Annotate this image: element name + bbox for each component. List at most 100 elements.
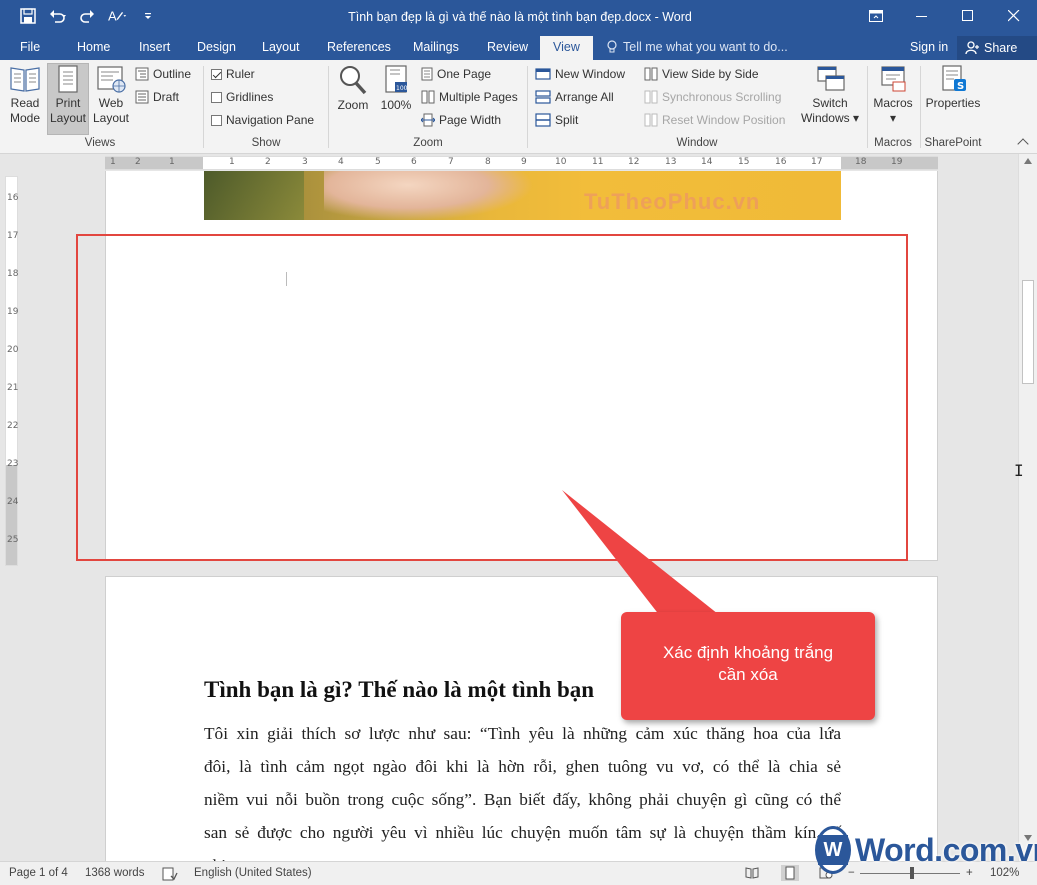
collapse-ribbon-icon[interactable] <box>1017 138 1029 150</box>
gridlines-checkbox[interactable]: Gridlines <box>211 90 273 104</box>
ruler-tick: 15 <box>738 157 750 167</box>
properties-button[interactable]: S Properties <box>923 64 983 111</box>
print-layout-view-icon[interactable] <box>781 865 799 884</box>
macros-button[interactable]: Macros ▾ <box>870 64 916 126</box>
zoom-100-icon: 100 <box>377 64 415 96</box>
image-hand <box>324 171 534 220</box>
ruler-tick: 24 <box>7 497 19 507</box>
ruler-tick: 11 <box>592 157 604 167</box>
ruler-tick: 14 <box>701 157 713 167</box>
tell-me-search[interactable]: Tell me what you want to do... <box>607 40 788 54</box>
read-mode-view-icon[interactable] <box>745 867 759 882</box>
page-width-icon <box>421 113 435 127</box>
tab-home[interactable]: Home <box>77 40 110 54</box>
minimize-icon[interactable] <box>899 0 945 32</box>
person-icon <box>965 41 979 55</box>
page-width-label: Page Width <box>439 113 502 127</box>
page-width-button[interactable]: Page Width <box>421 113 501 127</box>
document-paragraph: Tôi xin giải thích sơ lược như sau: “Tìn… <box>204 717 841 861</box>
tab-mailings[interactable]: Mailings <box>413 40 459 54</box>
read-mode-button[interactable]: Read Mode <box>4 64 46 126</box>
logo-text: Word.com.vn <box>855 831 1037 868</box>
properties-label: Properties <box>925 96 981 110</box>
scroll-up-icon[interactable] <box>1024 158 1032 164</box>
draft-button[interactable]: Draft <box>135 90 179 104</box>
tab-review[interactable]: Review <box>487 40 528 54</box>
tab-references[interactable]: References <box>327 40 391 54</box>
ruler-tick: 2 <box>265 157 271 167</box>
horizontal-ruler[interactable]: 1 2 1 1 2 3 4 5 6 7 8 9 10 11 12 13 14 1… <box>105 156 938 170</box>
magnifier-icon <box>333 64 373 96</box>
ruler-tick: 5 <box>375 157 381 167</box>
view-side-by-side-button[interactable]: View Side by Side <box>644 67 759 81</box>
print-layout-button[interactable]: Print Layout <box>47 63 89 135</box>
customize-qat-icon[interactable] <box>138 6 158 26</box>
navigation-pane-checkbox[interactable]: Navigation Pane <box>211 113 314 127</box>
zoom-button[interactable]: Zoom <box>333 64 373 113</box>
reset-window-position-button[interactable]: Reset Window Position <box>644 113 785 127</box>
page-count[interactable]: Page 1 of 4 <box>9 867 68 879</box>
web-layout-button[interactable]: Web Layout <box>90 64 132 126</box>
vertical-scrollbar[interactable] <box>1018 154 1037 861</box>
document-heading: Tình bạn là gì? Thế nào là một tình bạn <box>204 677 595 702</box>
new-window-button[interactable]: New Window <box>535 67 625 81</box>
properties-icon: S <box>923 64 983 94</box>
undo-icon[interactable] <box>48 6 68 26</box>
word-logo-letter: W <box>818 835 848 865</box>
save-icon[interactable] <box>18 6 38 26</box>
tab-design[interactable]: Design <box>197 40 236 54</box>
language-indicator[interactable]: English (United States) <box>194 867 312 879</box>
vertical-ruler[interactable]: 16 17 18 19 20 21 22 23 24 25 <box>5 176 18 566</box>
tab-view[interactable]: View <box>540 36 593 60</box>
split-label: Split <box>555 113 579 127</box>
ribbon-display-icon[interactable] <box>853 0 899 32</box>
ruler-check[interactable] <box>211 68 222 80</box>
ribbon-tab-row: File Home Insert Design Layout Reference… <box>0 36 1037 60</box>
ibeam-cursor-icon: I <box>1014 461 1024 480</box>
proofing-icon[interactable] <box>162 867 178 884</box>
ruler-tick: 9 <box>521 157 527 167</box>
switch-windows-icon <box>799 64 861 94</box>
one-page-button[interactable]: One Page <box>421 67 491 81</box>
arrange-all-button[interactable]: Arrange All <box>535 90 614 104</box>
zoom-100-button[interactable]: 100 100% <box>377 64 415 113</box>
navigation-pane-check[interactable] <box>211 114 222 126</box>
paragraph-line: Tôi xin giải thích sơ lược như sau: “Tìn… <box>204 724 841 743</box>
site-logo: W Word.com.vn <box>815 826 1037 874</box>
read-mode-label-2: Mode <box>9 111 41 125</box>
ruler-tick: 3 <box>302 157 308 167</box>
one-page-icon <box>421 67 433 81</box>
ruler-tick: 19 <box>891 157 903 167</box>
reset-window-position-label: Reset Window Position <box>662 113 786 127</box>
macros-group-label: Macros <box>874 137 912 149</box>
multiple-pages-button[interactable]: Multiple Pages <box>421 90 518 104</box>
tab-file[interactable]: File <box>20 40 40 54</box>
print-layout-label-1: Print <box>55 96 81 110</box>
navigation-pane-label: Navigation Pane <box>226 113 315 127</box>
share-button[interactable]: Share <box>957 36 1037 60</box>
close-icon[interactable] <box>991 0 1037 32</box>
format-painter-icon[interactable]: A <box>108 6 128 26</box>
ruler-checkbox[interactable]: Ruler <box>211 67 255 81</box>
gridlines-check[interactable] <box>211 91 222 103</box>
scrollbar-thumb[interactable] <box>1022 280 1034 384</box>
one-page-label: One Page <box>437 67 492 81</box>
sign-in-link[interactable]: Sign in <box>910 40 948 54</box>
switch-windows-button[interactable]: Switch Windows ▾ <box>799 64 861 126</box>
split-button[interactable]: Split <box>535 113 578 127</box>
paragraph-line: nhị... <box>204 849 841 861</box>
quick-access-toolbar: A <box>18 6 158 26</box>
word-count[interactable]: 1368 words <box>85 867 144 879</box>
ruler-tick: 8 <box>485 157 491 167</box>
redo-icon[interactable] <box>78 6 98 26</box>
page-icon <box>48 64 88 94</box>
document-image[interactable]: TuTheoPhuc.vn <box>204 171 841 220</box>
group-separator <box>920 66 921 148</box>
new-window-label: New Window <box>555 67 626 81</box>
tab-layout[interactable]: Layout <box>262 40 300 54</box>
outline-button[interactable]: Outline <box>135 67 191 81</box>
synchronous-scrolling-button[interactable]: Synchronous Scrolling <box>644 90 781 104</box>
tab-insert[interactable]: Insert <box>139 40 170 54</box>
ruler-tick: 7 <box>448 157 454 167</box>
maximize-icon[interactable] <box>945 0 991 32</box>
